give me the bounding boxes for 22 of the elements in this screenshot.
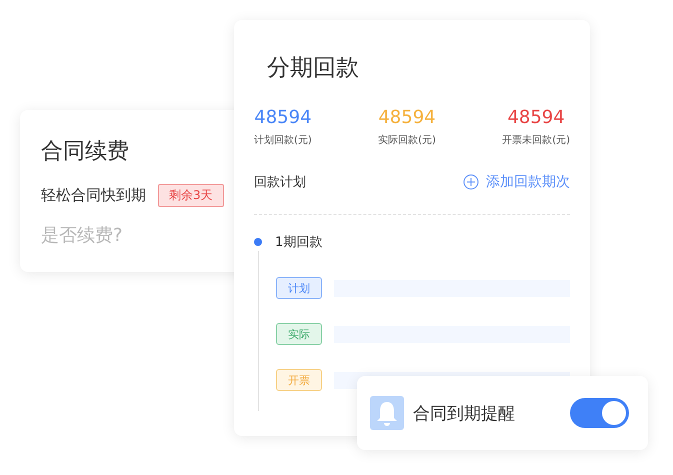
stat-label: 开票未回款(元) (502, 134, 570, 147)
add-button[interactable]: 添加回款期次 (463, 173, 570, 191)
stat-value: 48594 (254, 107, 312, 128)
bell-icon (370, 396, 404, 430)
stat-value: 48594 (507, 107, 565, 128)
timeline-dot (254, 238, 262, 246)
stat-value: 48594 (378, 107, 436, 128)
remaining-days-tag: 剩余3天 (158, 184, 224, 207)
stat-label: 计划回款(元) (254, 134, 312, 147)
question-text: 是否续费? (41, 224, 123, 247)
status-tag: 计划 (276, 277, 322, 299)
section-title: 回款计划 (254, 174, 306, 191)
card-title: 合同续费 (41, 138, 130, 166)
message-text: 轻松合同快到期 (41, 186, 146, 205)
reminder-label: 合同到期提醒 (413, 402, 516, 424)
card-title: 分期回款 (266, 54, 360, 83)
status-tag: 实际 (276, 323, 322, 345)
status-tag: 开票 (276, 369, 322, 391)
period-title: 1期回款 (275, 234, 322, 251)
stat-label: 实际回款(元) (378, 134, 436, 147)
add-icon (463, 174, 479, 190)
toggle-switch[interactable] (570, 398, 629, 428)
